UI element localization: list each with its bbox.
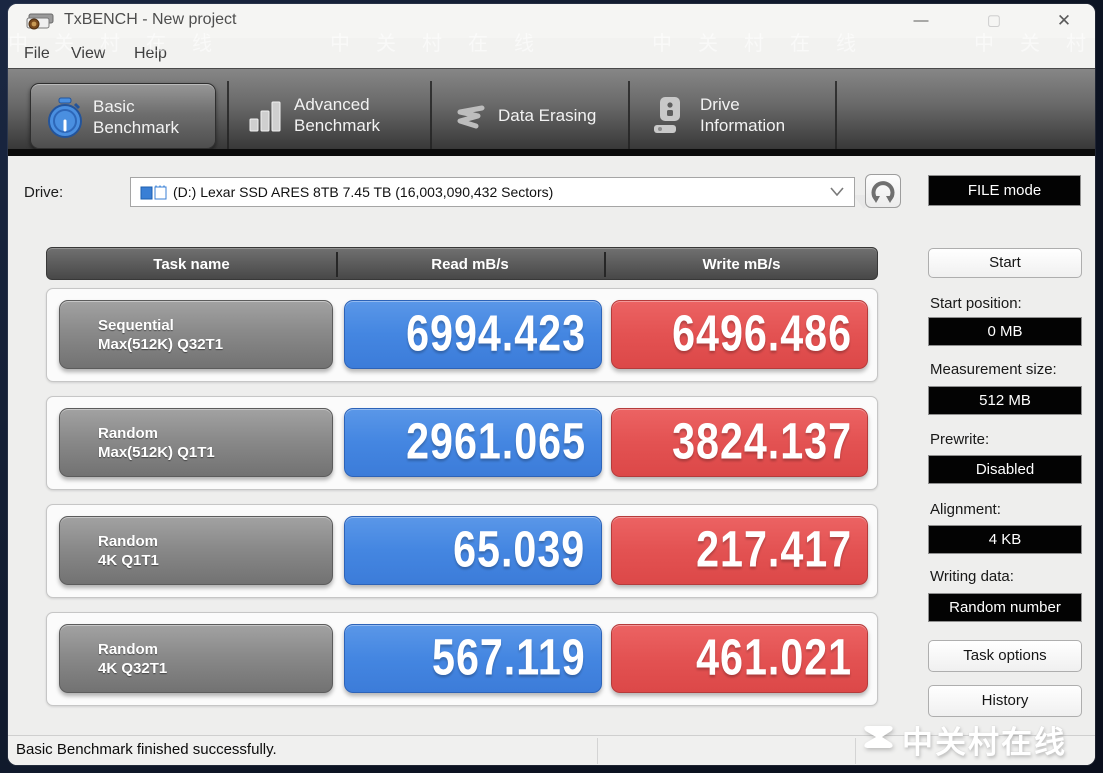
writing-data-field[interactable]: Random number <box>928 593 1082 622</box>
tab-advanced-benchmark[interactable]: Advanced Benchmark <box>242 83 428 149</box>
task-name-button[interactable]: Random 4K Q1T1 <box>59 516 333 585</box>
bar-chart-icon <box>249 101 281 132</box>
benchmark-row-random-512k-q1t1: Random Max(512K) Q1T1 2961.065 3824.137 <box>46 396 878 490</box>
results-table-header: Task name Read mB/s Write mB/s <box>46 247 878 280</box>
writing-data-label: Writing data: <box>930 568 1014 585</box>
file-mode-button[interactable]: FILE mode <box>928 175 1081 206</box>
partition-icon <box>140 185 167 200</box>
write-result: 217.417 <box>611 516 868 585</box>
refresh-drives-button[interactable] <box>865 174 901 208</box>
chevron-down-icon <box>830 187 844 196</box>
menu-view[interactable]: View <box>65 43 111 65</box>
tab-basic-benchmark[interactable]: Basic Benchmark <box>30 83 216 149</box>
tab-divider <box>227 81 229 151</box>
menu-bar: File View Help <box>8 38 1095 68</box>
tab-data-erasing[interactable]: Data Erasing <box>444 83 626 149</box>
start-position-label: Start position: <box>930 295 1022 312</box>
task-name-button[interactable]: Random 4K Q32T1 <box>59 624 333 693</box>
drive-label: Drive: <box>24 184 64 201</box>
status-bar: Basic Benchmark finished successfully. <box>8 735 1095 765</box>
stopwatch-icon <box>48 97 82 138</box>
history-button[interactable]: History <box>928 685 1082 717</box>
tab-divider <box>835 81 837 151</box>
tab-data-erasing-label: Data Erasing <box>498 106 597 125</box>
tab-divider <box>628 81 630 151</box>
app-window: TxBENCH - New project — ▢ ✕ File View He… <box>8 4 1095 765</box>
tab-basic-benchmark-label: Basic Benchmark <box>93 97 179 137</box>
header-task-name: Task name <box>153 256 230 273</box>
close-button[interactable]: ✕ <box>1045 6 1083 36</box>
measurement-size-field[interactable]: 512 MB <box>928 386 1082 415</box>
write-result: 461.021 <box>611 624 868 693</box>
header-read-mbs: Read mB/s <box>431 256 509 273</box>
benchmark-row-random-4k-q32t1: Random 4K Q32T1 567.119 461.021 <box>46 612 878 706</box>
minimize-button[interactable]: — <box>902 6 940 36</box>
status-message: Basic Benchmark finished successfully. <box>16 741 277 758</box>
tab-bar: Basic Benchmark Advanced Benchmark Data … <box>8 68 1095 209</box>
read-result: 2961.065 <box>344 408 602 477</box>
benchmark-row-random-4k-q1t1: Random 4K Q1T1 65.039 217.417 <box>46 504 878 598</box>
write-result: 6496.486 <box>611 300 868 369</box>
refresh-icon <box>871 181 895 203</box>
alignment-field[interactable]: 4 KB <box>928 525 1082 554</box>
header-write-mbs: Write mB/s <box>702 256 781 273</box>
app-icon <box>26 13 54 30</box>
task-name-button[interactable]: Random Max(512K) Q1T1 <box>59 408 333 477</box>
maximize-button[interactable]: ▢ <box>975 6 1013 36</box>
menu-help[interactable]: Help <box>128 43 173 65</box>
drive-selected-value: (D:) Lexar SSD ARES 8TB 7.45 TB (16,003,… <box>173 184 554 200</box>
drive-icon <box>654 97 680 133</box>
start-position-field[interactable]: 0 MB <box>928 317 1082 346</box>
read-result: 6994.423 <box>344 300 602 369</box>
benchmark-row-sequential-q32t1: Sequential Max(512K) Q32T1 6994.423 6496… <box>46 288 878 382</box>
task-name-button[interactable]: Sequential Max(512K) Q32T1 <box>59 300 333 369</box>
task-options-button[interactable]: Task options <box>928 640 1082 672</box>
tab-advanced-benchmark-label: Advanced Benchmark <box>294 95 380 135</box>
status-divider <box>855 738 856 764</box>
eraser-icon <box>457 105 485 129</box>
drive-select[interactable]: (D:) Lexar SSD ARES 8TB 7.45 TB (16,003,… <box>130 177 855 207</box>
prewrite-field[interactable]: Disabled <box>928 455 1082 484</box>
menu-file[interactable]: File <box>18 43 56 65</box>
read-result: 65.039 <box>344 516 602 585</box>
tab-drive-information[interactable]: Drive Information <box>644 83 830 149</box>
start-button[interactable]: Start <box>928 248 1082 278</box>
read-result: 567.119 <box>344 624 602 693</box>
title-bar: TxBENCH - New project — ▢ ✕ <box>8 4 1095 38</box>
tab-drive-information-label: Drive Information <box>700 95 786 135</box>
tab-divider <box>430 81 432 151</box>
measurement-size-label: Measurement size: <box>930 361 1057 378</box>
window-title: TxBENCH - New project <box>64 11 237 28</box>
status-divider <box>597 738 598 764</box>
write-result: 3824.137 <box>611 408 868 477</box>
alignment-label: Alignment: <box>930 501 1001 518</box>
prewrite-label: Prewrite: <box>930 431 990 448</box>
